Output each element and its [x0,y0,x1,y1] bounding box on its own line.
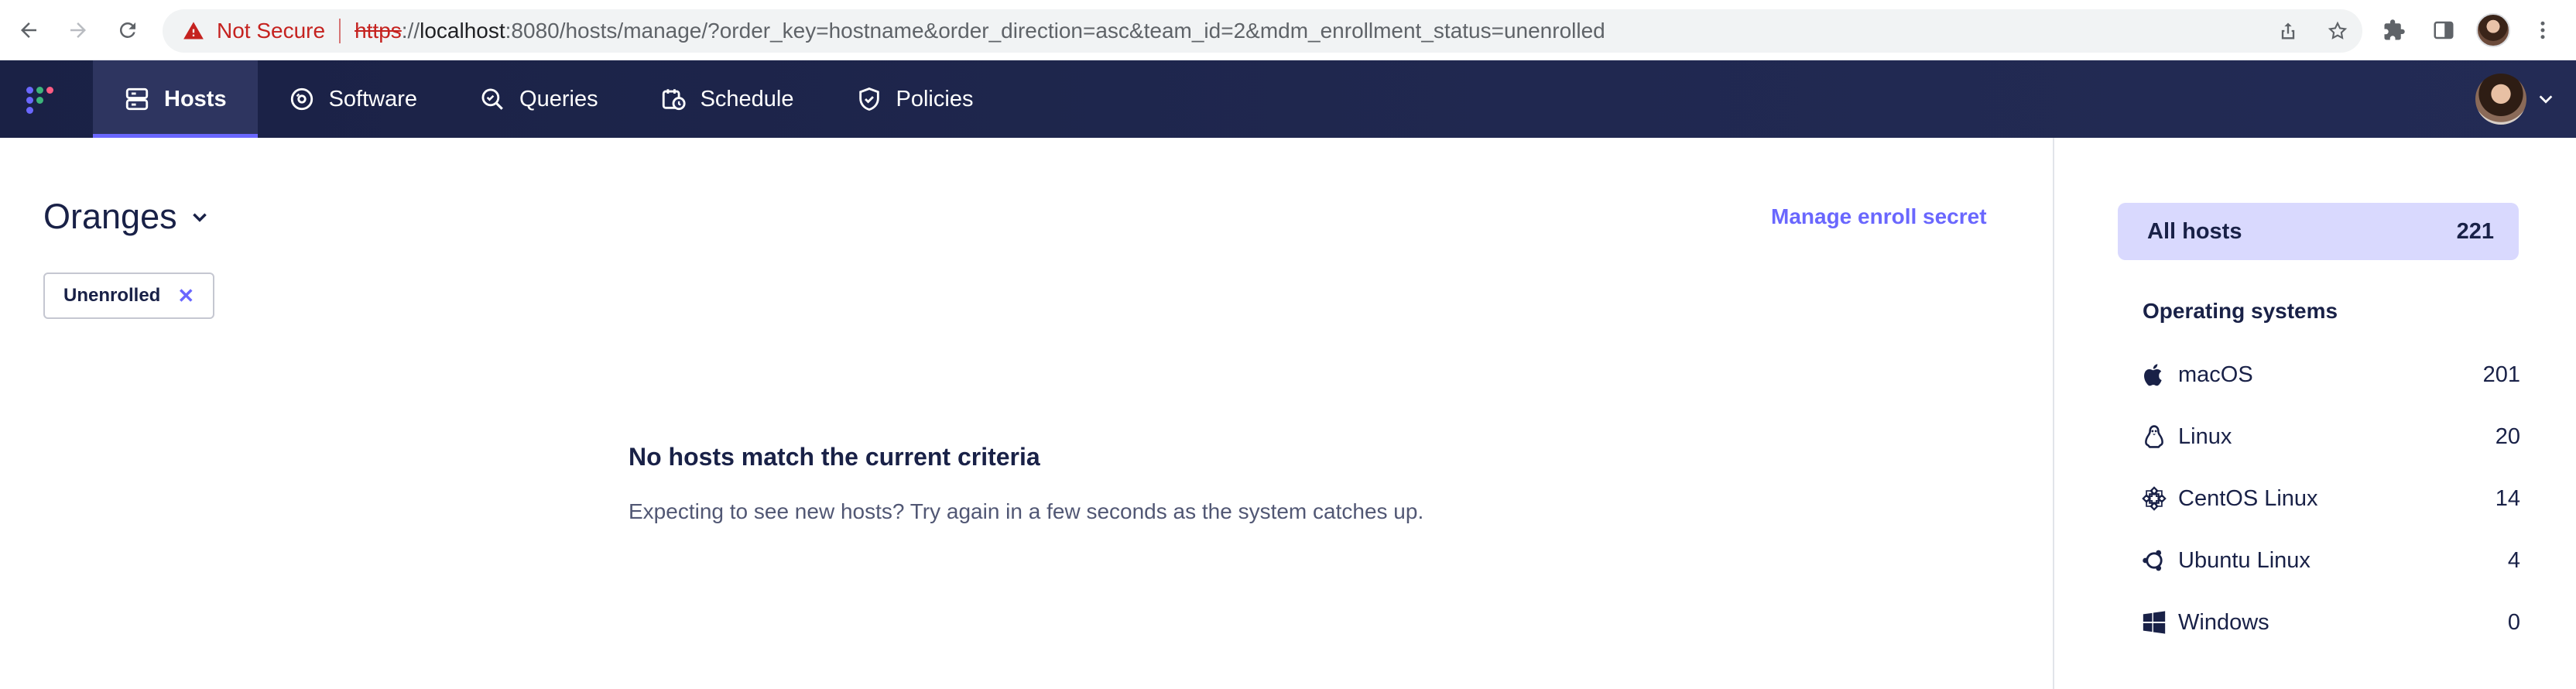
star-icon [2328,21,2348,39]
side-panel-button[interactable] [2424,11,2463,50]
os-item-linux[interactable]: Linux 20 [2141,406,2520,468]
linux-icon [2145,425,2163,448]
team-dropdown[interactable]: Oranges [43,197,210,237]
omnibox-actions [2263,9,2362,53]
tab-queries[interactable]: Queries [448,60,629,138]
os-count: 0 [2507,609,2520,635]
profile-button[interactable] [2474,11,2513,50]
tab-hosts-label: Hosts [164,86,227,111]
arrow-right-icon [70,22,86,38]
chevron-down-icon [192,213,207,222]
tab-policies-label: Policies [896,86,974,111]
tab-schedule-label: Schedule [700,86,794,111]
os-list: macOS 201 Linux 20 CentOS Linux 14 Ubunt… [2141,344,2520,653]
server-icon [125,87,149,111]
tab-schedule[interactable]: Schedule [629,60,825,138]
disc-icon [290,87,313,111]
main-content: Oranges Manage enroll secret Unenrolled … [0,138,2053,689]
empty-state-title: No hosts match the current criteria [629,443,1040,471]
tab-software[interactable]: Software [258,60,448,138]
browser-toolbar: Not Secure https://localhost:8080/hosts/… [0,0,2576,60]
os-count: 4 [2507,547,2520,573]
empty-state: No hosts match the current criteria Expe… [629,443,1423,524]
reload-button[interactable] [108,11,147,50]
security-status[interactable]: Not Secure [217,19,325,43]
tab-hosts[interactable]: Hosts [93,60,258,138]
omnibox-divider [339,19,341,43]
url-path: :8080/hosts/manage/?order_key=hostname&o… [505,19,1605,43]
os-item-ubuntu[interactable]: Ubuntu Linux 4 [2141,530,2520,591]
team-name: Oranges [43,197,177,236]
user-avatar [2475,74,2526,125]
profile-avatar [2476,13,2510,47]
user-menu[interactable] [2475,73,2554,125]
close-icon[interactable]: ✕ [177,284,194,308]
tab-software-label: Software [328,86,418,111]
extensions-button[interactable] [2375,11,2413,50]
os-label: Windows [2178,609,2269,635]
top-navigation: Hosts Software Queries Schedule Policies [0,60,2576,138]
chevron-down-icon [2539,95,2553,104]
os-label: Ubuntu Linux [2178,547,2311,573]
all-hosts-label: All hosts [2147,218,2242,244]
bookmark-button[interactable] [2313,20,2362,42]
windows-icon [2143,611,2166,634]
reload-icon [119,22,135,38]
tab-policies[interactable]: Policies [825,60,1005,138]
os-label: Linux [2178,423,2232,449]
nav-tabs: Hosts Software Queries Schedule Policies [93,60,1004,138]
shield-check-icon [858,87,879,111]
warning-icon [183,22,204,39]
arrow-left-icon [21,22,36,38]
fleet-logo[interactable] [26,87,60,115]
kebab-menu-icon [2540,21,2545,39]
tab-queries-label: Queries [519,86,598,111]
empty-state-description: Expecting to see new hosts? Try again in… [629,499,1424,523]
side-panel-icon [2434,21,2454,39]
os-heading: Operating systems [2143,299,2338,323]
os-count: 14 [2495,485,2520,511]
search-check-icon [481,88,503,110]
url-separator: :// [401,19,420,43]
os-label: CentOS Linux [2178,485,2318,511]
apple-icon [2144,364,2162,386]
platform-sidebar: All hosts 221 Operating systems macOS 20… [2053,138,2576,689]
os-item-centos[interactable]: CentOS Linux 14 [2141,468,2520,530]
centos-icon [2142,486,2167,511]
share-button[interactable] [2263,20,2313,42]
url-host: localhost [420,19,505,43]
address-bar[interactable]: Not Secure https://localhost:8080/hosts/… [163,9,2362,53]
os-label: macOS [2178,362,2253,387]
forward-button[interactable] [59,11,98,50]
all-hosts-filter[interactable]: All hosts 221 [2118,203,2519,260]
url-scheme: https [355,19,402,43]
os-item-windows[interactable]: Windows 0 [2141,591,2520,653]
browser-actions [2375,11,2562,50]
back-button[interactable] [9,11,48,50]
os-item-macos[interactable]: macOS 201 [2141,344,2520,406]
browser-menu-button[interactable] [2523,11,2562,50]
calendar-clock-icon [662,89,686,111]
filter-pill-label: Unenrolled [63,285,161,306]
ubuntu-icon [2143,550,2163,571]
os-count: 201 [2482,362,2520,387]
share-icon [2281,22,2295,39]
puzzle-icon [2384,19,2405,40]
filter-pill-unenrolled: Unenrolled ✕ [43,273,215,319]
manage-enroll-secret-link[interactable]: Manage enroll secret [1771,204,1987,229]
os-count: 20 [2495,423,2520,449]
all-hosts-count: 221 [2456,218,2494,244]
